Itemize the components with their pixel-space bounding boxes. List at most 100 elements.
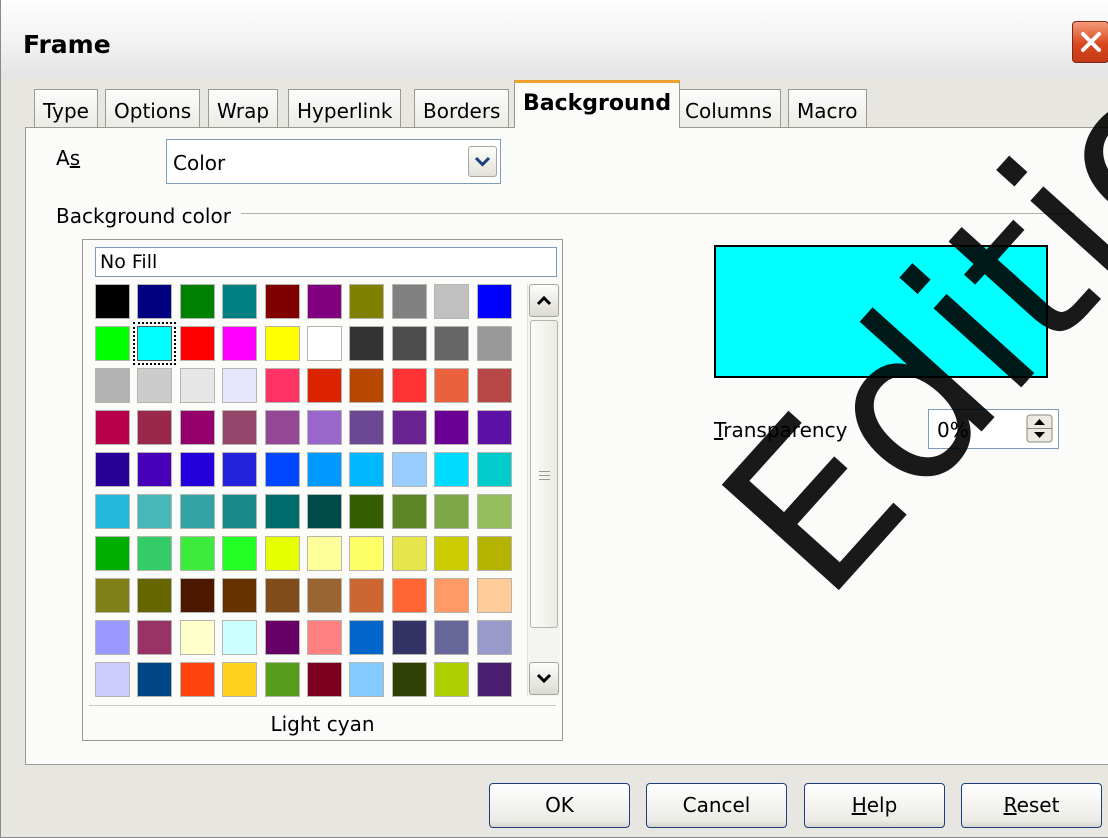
color-swatch[interactable] (264, 536, 300, 571)
color-swatch[interactable] (349, 620, 385, 655)
color-swatch[interactable] (391, 326, 427, 361)
color-swatch[interactable] (349, 410, 385, 445)
color-swatch[interactable] (307, 284, 342, 319)
color-swatch[interactable] (95, 326, 130, 361)
tab-wrap[interactable]: Wrap (208, 89, 279, 127)
color-swatch[interactable] (222, 494, 258, 529)
color-swatch[interactable] (434, 662, 470, 697)
tab-macro[interactable]: Macro (788, 89, 867, 127)
scroll-down-button[interactable] (529, 662, 559, 695)
color-swatch[interactable] (264, 326, 300, 361)
color-swatch[interactable] (476, 410, 512, 445)
color-swatch[interactable] (434, 410, 470, 445)
color-swatch[interactable] (349, 494, 385, 529)
color-swatch[interactable] (391, 284, 427, 319)
color-swatch[interactable] (222, 410, 258, 445)
color-swatch[interactable] (137, 662, 173, 697)
color-swatch[interactable] (307, 452, 342, 487)
color-swatch[interactable] (391, 620, 427, 655)
color-swatch[interactable] (476, 578, 512, 613)
color-swatch[interactable] (95, 620, 130, 655)
color-swatch[interactable] (307, 494, 342, 529)
no-fill-option[interactable]: No Fill (95, 247, 557, 277)
color-swatch[interactable] (264, 368, 300, 403)
color-swatch[interactable] (434, 452, 470, 487)
color-swatch[interactable] (179, 410, 215, 445)
color-swatch[interactable] (95, 494, 130, 529)
color-swatch[interactable] (349, 284, 385, 319)
dropdown-button[interactable] (468, 146, 497, 177)
color-swatch[interactable] (95, 452, 130, 487)
color-swatch[interactable] (179, 494, 215, 529)
color-swatch[interactable] (222, 662, 258, 697)
color-swatch[interactable] (222, 578, 258, 613)
color-swatch[interactable] (476, 452, 512, 487)
color-swatch[interactable] (95, 536, 130, 571)
color-swatch[interactable] (264, 620, 300, 655)
color-swatch[interactable] (95, 410, 130, 445)
palette-scrollbar[interactable] (527, 284, 560, 696)
color-swatch[interactable] (434, 494, 470, 529)
color-swatch[interactable] (222, 284, 258, 319)
help-button[interactable]: Help (804, 783, 945, 828)
color-swatch[interactable] (264, 578, 300, 613)
color-swatch[interactable] (434, 578, 470, 613)
color-swatch[interactable] (179, 536, 215, 571)
color-swatch[interactable] (476, 494, 512, 529)
color-swatch[interactable] (179, 368, 215, 403)
color-swatch[interactable] (95, 284, 130, 319)
color-swatch[interactable] (434, 326, 470, 361)
color-swatch[interactable] (264, 662, 300, 697)
color-swatch[interactable] (137, 578, 173, 613)
color-swatch[interactable] (179, 284, 215, 319)
color-swatch[interactable] (391, 410, 427, 445)
color-swatch[interactable] (476, 368, 512, 403)
color-swatch[interactable] (137, 452, 173, 487)
color-swatch[interactable] (476, 662, 512, 697)
color-swatch[interactable] (349, 536, 385, 571)
color-swatch[interactable] (307, 620, 342, 655)
color-swatch[interactable] (434, 620, 470, 655)
color-swatch[interactable] (137, 368, 173, 403)
tab-options[interactable]: Options (105, 89, 201, 127)
color-swatch[interactable] (307, 368, 342, 403)
color-swatch[interactable] (95, 578, 130, 613)
color-swatch[interactable] (307, 536, 342, 571)
color-swatch[interactable] (349, 578, 385, 613)
tab-borders[interactable]: Borders (414, 89, 510, 127)
scroll-up-button[interactable] (529, 284, 559, 317)
color-swatch[interactable] (264, 284, 300, 319)
close-button[interactable] (1072, 21, 1108, 63)
color-swatch[interactable] (264, 452, 300, 487)
color-swatch[interactable] (391, 368, 427, 403)
color-swatch[interactable] (349, 662, 385, 697)
color-swatch[interactable] (391, 662, 427, 697)
transparency-spinbox[interactable]: 0% (928, 409, 1059, 449)
color-swatch[interactable] (307, 578, 342, 613)
color-swatch[interactable] (133, 322, 177, 365)
scroll-thumb[interactable] (530, 320, 558, 628)
color-swatch[interactable] (476, 326, 512, 361)
color-swatch[interactable] (476, 620, 512, 655)
color-swatch[interactable] (349, 326, 385, 361)
color-swatch[interactable] (264, 494, 300, 529)
tab-type[interactable]: Type (34, 89, 98, 127)
color-swatch[interactable] (179, 578, 215, 613)
color-swatch[interactable] (137, 410, 173, 445)
color-swatch[interactable] (307, 662, 342, 697)
color-swatch[interactable] (137, 620, 173, 655)
color-swatch[interactable] (349, 452, 385, 487)
color-swatch[interactable] (264, 410, 300, 445)
color-swatch[interactable] (222, 368, 258, 403)
spin-buttons[interactable] (1026, 414, 1054, 444)
cancel-button[interactable]: Cancel (646, 783, 787, 828)
ok-button[interactable]: OK (489, 783, 630, 828)
color-swatch[interactable] (95, 368, 130, 403)
color-swatch[interactable] (391, 536, 427, 571)
tab-hyperlink[interactable]: Hyperlink (288, 89, 402, 127)
color-swatch[interactable] (434, 284, 470, 319)
color-swatch[interactable] (391, 578, 427, 613)
reset-button[interactable]: Reset (961, 783, 1102, 828)
color-swatch[interactable] (179, 662, 215, 697)
color-swatch[interactable] (179, 452, 215, 487)
